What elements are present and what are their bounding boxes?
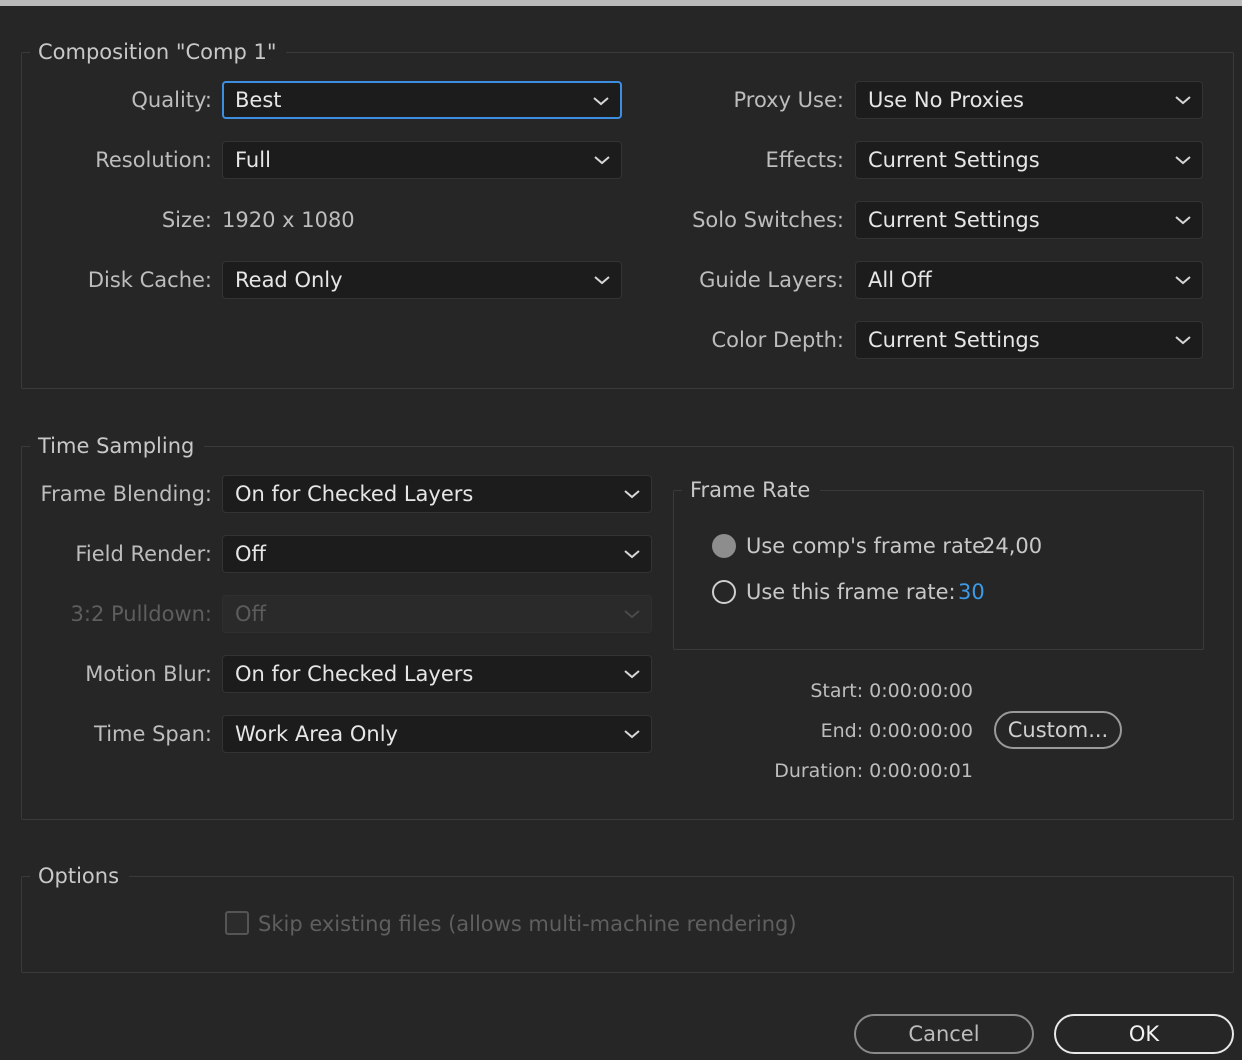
time-span-value: Work Area Only (235, 722, 398, 746)
solo-switches-label: Solo Switches: (692, 208, 844, 232)
chevron-down-icon (593, 97, 609, 106)
effects-value: Current Settings (868, 148, 1040, 172)
time-sampling-title: Time Sampling (30, 432, 205, 460)
ok-button[interactable]: OK (1054, 1014, 1234, 1054)
cancel-button[interactable]: Cancel (854, 1014, 1034, 1054)
chevron-down-icon (1175, 336, 1191, 345)
duration-time: Duration: 0:00:00:01 (774, 760, 973, 782)
size-value: 1920 x 1080 (222, 208, 355, 232)
use-comp-frame-rate-radio[interactable] (712, 534, 736, 558)
proxy-use-dropdown[interactable]: Use No Proxies (855, 81, 1203, 119)
frame-blending-label: Frame Blending: (40, 482, 212, 506)
disk-cache-dropdown[interactable]: Read Only (222, 261, 622, 299)
resolution-dropdown[interactable]: Full (222, 141, 622, 179)
disk-cache-value: Read Only (235, 268, 343, 292)
guide-layers-dropdown[interactable]: All Off (855, 261, 1203, 299)
frame-blending-value: On for Checked Layers (235, 482, 474, 506)
chevron-down-icon (624, 490, 640, 499)
chevron-down-icon (624, 730, 640, 739)
color-depth-dropdown[interactable]: Current Settings (855, 321, 1203, 359)
resolution-label: Resolution: (95, 148, 212, 172)
guide-layers-value: All Off (868, 268, 932, 292)
disk-cache-label: Disk Cache: (87, 268, 212, 292)
color-depth-label: Color Depth: (711, 328, 844, 352)
chevron-down-icon (1175, 216, 1191, 225)
skip-existing-files-label: Skip existing files (allows multi-machin… (258, 912, 797, 936)
custom-time-span-button[interactable]: Custom... (994, 711, 1122, 749)
time-span-dropdown[interactable]: Work Area Only (222, 715, 652, 753)
field-render-dropdown[interactable]: Off (222, 535, 652, 573)
use-comp-frame-rate-option[interactable]: Use comp's frame rate (712, 532, 985, 564)
end-time: End: 0:00:00:00 (820, 720, 973, 742)
quality-value: Best (235, 88, 282, 112)
comp-frame-rate-value: 24,00 (982, 534, 1043, 558)
chevron-down-icon (624, 670, 640, 679)
pulldown-label: 3:2 Pulldown: (70, 602, 212, 626)
effects-label: Effects: (765, 148, 844, 172)
frame-blending-dropdown[interactable]: On for Checked Layers (222, 475, 652, 513)
field-render-value: Off (235, 542, 266, 566)
field-render-label: Field Render: (75, 542, 212, 566)
quality-dropdown[interactable]: Best (222, 81, 622, 119)
options-title: Options (30, 862, 130, 890)
resolution-value: Full (235, 148, 271, 172)
chevron-down-icon (1175, 156, 1191, 165)
quality-label: Quality: (131, 88, 212, 112)
guide-layers-label: Guide Layers: (699, 268, 844, 292)
motion-blur-label: Motion Blur: (85, 662, 212, 686)
effects-dropdown[interactable]: Current Settings (855, 141, 1203, 179)
motion-blur-dropdown[interactable]: On for Checked Layers (222, 655, 652, 693)
color-depth-value: Current Settings (868, 328, 1040, 352)
frame-rate-title: Frame Rate (682, 476, 821, 504)
pulldown-value: Off (235, 602, 266, 626)
composition-title: Composition "Comp 1" (30, 38, 287, 66)
proxy-use-label: Proxy Use: (733, 88, 844, 112)
window-top-edge (0, 0, 1242, 6)
chevron-down-icon (1175, 96, 1191, 105)
size-label: Size: (161, 208, 212, 232)
pulldown-dropdown: Off (222, 595, 652, 633)
proxy-use-value: Use No Proxies (868, 88, 1024, 112)
frame-rate-group (673, 490, 1204, 650)
use-this-frame-rate-radio[interactable] (712, 580, 736, 604)
skip-existing-files-checkbox[interactable] (225, 911, 249, 935)
chevron-down-icon (624, 550, 640, 559)
this-frame-rate-input[interactable]: 30 (958, 578, 985, 606)
use-comp-frame-rate-label: Use comp's frame rate (746, 534, 986, 558)
time-span-label: Time Span: (94, 722, 212, 746)
solo-switches-dropdown[interactable]: Current Settings (855, 201, 1203, 239)
chevron-down-icon (594, 156, 610, 165)
chevron-down-icon (594, 276, 610, 285)
use-this-frame-rate-label: Use this frame rate: (746, 580, 956, 604)
motion-blur-value: On for Checked Layers (235, 662, 474, 686)
start-time: Start: 0:00:00:00 (810, 680, 973, 702)
solo-switches-value: Current Settings (868, 208, 1040, 232)
chevron-down-icon (624, 610, 640, 619)
use-this-frame-rate-option[interactable]: Use this frame rate: (712, 578, 956, 610)
chevron-down-icon (1175, 276, 1191, 285)
